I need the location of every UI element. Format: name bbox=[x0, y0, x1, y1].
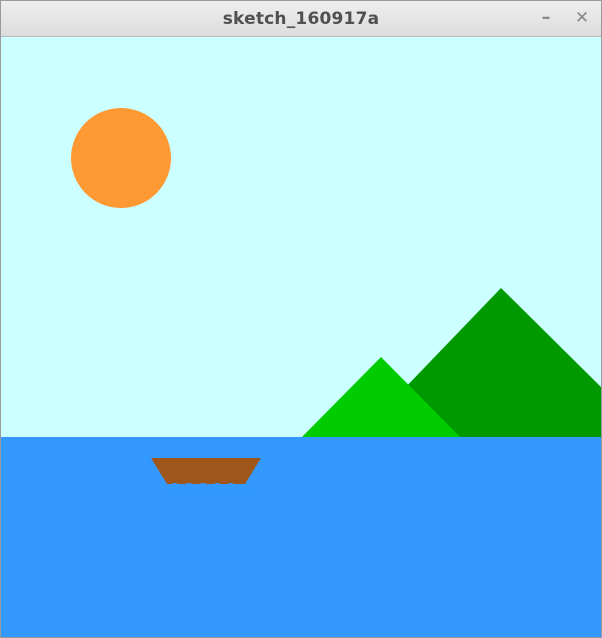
sea bbox=[1, 437, 601, 637]
sun bbox=[71, 108, 171, 208]
window-title: sketch_160917a bbox=[222, 9, 380, 29]
sketch-canvas bbox=[1, 37, 601, 637]
close-icon[interactable]: ✕ bbox=[571, 7, 593, 29]
sketch-window: sketch_160917a – ✕ bbox=[0, 0, 602, 638]
minimize-icon[interactable]: – bbox=[535, 7, 557, 29]
boat-hull bbox=[151, 458, 261, 484]
title-bar[interactable]: sketch_160917a – ✕ bbox=[1, 1, 601, 37]
